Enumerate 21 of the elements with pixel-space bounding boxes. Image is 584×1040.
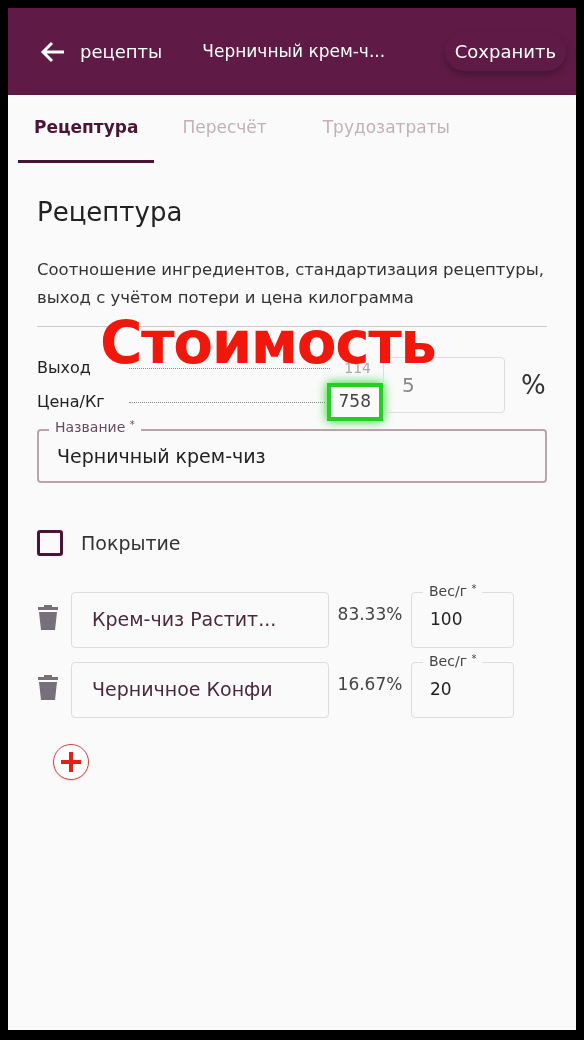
back-button[interactable]: рецепты — [40, 38, 163, 65]
checkbox[interactable] — [37, 530, 63, 557]
plus-icon — [59, 749, 83, 774]
stat-value: 758 — [326, 383, 383, 421]
share-value: 16.67% — [336, 672, 404, 696]
tab[interactable]: Рецептура — [18, 95, 155, 163]
add-button[interactable] — [53, 743, 89, 780]
checkbox-label: Покрытие — [81, 531, 181, 556]
stat-label: Выход — [37, 357, 92, 379]
stat-label: Цена/Кг — [37, 391, 106, 413]
trash-icon[interactable] — [37, 673, 59, 700]
description: Соотношение ингредиентов, стандартизация рецептуры, выход с учётом потери и цена килограмма — [37, 259, 545, 309]
trash-icon[interactable] — [37, 603, 59, 630]
screen-title: Черничный крем-ч... — [202, 39, 386, 63]
ingredient-field[interactable]: Крем-чиз Растит... — [71, 591, 329, 648]
ingredient-field[interactable]: Черничное Конфи — [71, 661, 329, 718]
save-button[interactable]: Сохранить — [444, 32, 566, 71]
back-arrow-icon — [40, 40, 66, 63]
share-value: 83.33% — [336, 602, 404, 626]
unit-label: % — [521, 368, 546, 402]
section-heading: Рецептура — [37, 196, 184, 229]
